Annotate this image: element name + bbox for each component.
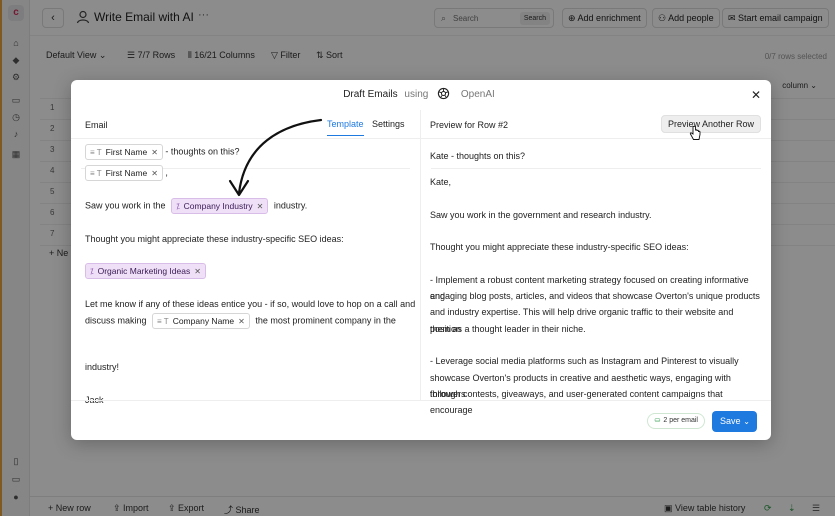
body-line-letme-3[interactable]: industry! <box>85 362 119 372</box>
chip-label: Company Name <box>172 316 235 326</box>
chip-label: Company Industry <box>183 201 253 211</box>
variable-chip-company-industry[interactable]: ⁒ Company Industry ✕ <box>171 198 269 214</box>
openai-icon <box>437 87 450 100</box>
preview-line: Saw you work in the government and resea… <box>430 209 652 220</box>
tab-settings[interactable]: Settings <box>372 119 405 129</box>
preview-line: Kate, <box>430 177 452 187</box>
modal-title-text: Draft Emails <box>343 89 398 101</box>
ai-sparkle-icon: ⁒ <box>176 202 180 211</box>
ai-sparkle-icon: ⁒ <box>90 267 94 276</box>
remove-chip-icon[interactable]: ✕ <box>238 317 245 326</box>
preview-line: - Leverage social media platforms such a… <box>430 356 739 367</box>
modal-using-text: using <box>404 89 429 101</box>
draft-emails-modal: Draft Emails using OpenAI ✕ Email Templa… <box>71 80 771 440</box>
tab-template[interactable]: Template <box>327 119 364 136</box>
divider <box>431 168 761 169</box>
modal-title: Draft Emails using OpenAI <box>71 87 771 101</box>
coins-icon: ⛀ <box>654 417 661 424</box>
preview-pane: Preview for Row #2 Preview Another Row K… <box>421 110 771 415</box>
body-text: industry. <box>273 200 308 211</box>
variable-icon: ≡ T <box>90 148 102 157</box>
body-line-thought[interactable]: Thought you might appreciate these indus… <box>85 234 344 244</box>
preview-line: them as a thought leader in their niche. <box>430 323 586 334</box>
variable-chip-first-name[interactable]: ≡ T First Name ✕ <box>85 165 163 181</box>
credit-cost-badge: ⛀ 2 per email <box>647 413 705 429</box>
remove-chip-icon[interactable]: ✕ <box>151 148 158 157</box>
chip-label: First Name <box>105 147 148 157</box>
annotation-arrow <box>228 118 323 197</box>
modal-footer: ⛀ 2 per email Save ⌄ <box>71 400 771 440</box>
save-label: Save <box>720 416 741 426</box>
hand-cursor-icon <box>689 126 701 140</box>
email-label: Email <box>85 120 108 130</box>
greeting-template[interactable]: ≡ T First Name ✕ , <box>85 165 168 181</box>
body-line-letme-2[interactable]: discuss making ≡ T Company Name ✕ the most… <box>85 313 396 329</box>
variable-chip-organic-ideas[interactable]: ⁒ Organic Marketing Ideas ✕ <box>85 263 206 279</box>
preview-subject: Kate - thoughts on this? <box>430 151 526 161</box>
variable-chip-company-name[interactable]: ≡ T Company Name ✕ <box>152 313 250 329</box>
body-line-ideas[interactable]: ⁒ Organic Marketing Ideas ✕ <box>85 263 206 279</box>
remove-chip-icon[interactable]: ✕ <box>257 202 264 211</box>
variable-chip-first-name[interactable]: ≡ T First Name ✕ <box>85 144 163 160</box>
remove-chip-icon[interactable]: ✕ <box>151 169 158 178</box>
greeting-suffix-text: , <box>165 167 168 178</box>
preview-line: Thought you might appreciate these indus… <box>430 242 689 253</box>
body-line-letme-1[interactable]: Let me know if any of these ideas entice… <box>85 299 415 309</box>
body-line-saw[interactable]: Saw you work in the ⁒ Company Industry ✕ i… <box>85 198 307 214</box>
body-text: the most prominent company in the <box>255 315 396 326</box>
chevron-down-icon[interactable]: ⌄ <box>743 411 750 432</box>
variable-icon: ≡ T <box>90 169 102 178</box>
preview-label: Preview for Row #2 <box>430 120 509 130</box>
save-button[interactable]: Save ⌄ <box>712 411 757 432</box>
body-text: Saw you work in the <box>85 200 166 211</box>
variable-icon: ≡ T <box>157 317 169 326</box>
chip-label: Organic Marketing Ideas <box>97 266 191 276</box>
close-icon[interactable]: ✕ <box>751 88 761 102</box>
subject-template[interactable]: ≡ T First Name ✕ - thoughts on this? <box>85 144 239 160</box>
preview-line: engaging blog posts, articles, and video… <box>430 291 760 302</box>
remove-chip-icon[interactable]: ✕ <box>194 267 201 276</box>
chip-label: First Name <box>105 168 148 178</box>
provider-name: OpenAI <box>460 89 495 101</box>
preview-another-row-button[interactable]: Preview Another Row <box>660 115 761 133</box>
divider <box>421 138 771 139</box>
body-text: discuss making <box>85 315 147 326</box>
credit-text: 2 per email <box>663 417 698 424</box>
